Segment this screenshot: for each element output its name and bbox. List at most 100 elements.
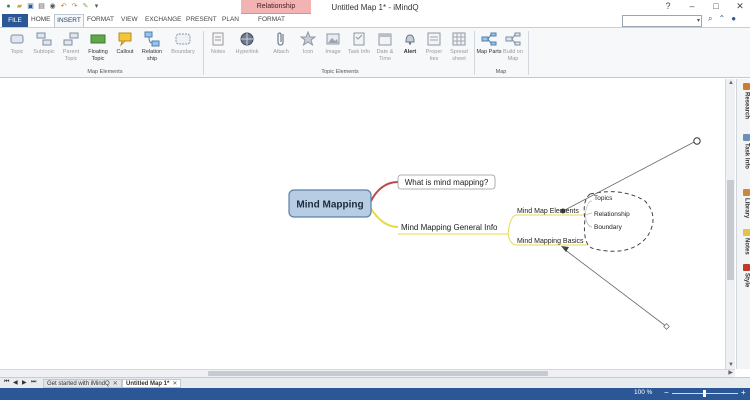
tab-relationship-format[interactable]: FORMAT <box>258 16 285 23</box>
group-label-topic-elements: Topic Elements <box>321 69 359 75</box>
doc-tab-untitled-map[interactable]: Untitled Map 1* ✕ <box>122 379 182 388</box>
boundary-button[interactable]: Boundary <box>170 31 196 56</box>
tab-file[interactable]: FILE <box>2 14 28 27</box>
notes-icon <box>743 229 750 236</box>
tab-view[interactable]: VIEW <box>121 16 138 23</box>
branch-to-elements <box>507 214 584 235</box>
image-button[interactable]: Image <box>320 31 346 56</box>
zoom-out-icon[interactable]: − <box>664 388 669 397</box>
date-time-button[interactable]: Date & Time <box>372 31 398 62</box>
relationship-button[interactable]: Relation ship <box>139 31 165 62</box>
next-tab-icon[interactable]: ▶ <box>22 379 27 386</box>
scroll-up-icon[interactable]: ▲ <box>728 80 734 86</box>
tab-insert[interactable]: INSERT <box>54 14 84 27</box>
properties-icon <box>427 32 441 46</box>
spreadsheet-button[interactable]: Spread sheet <box>446 31 472 62</box>
ribbon-search-input[interactable]: ▾ <box>622 15 702 27</box>
callout-icon <box>118 32 132 47</box>
leaf-boundary-label[interactable]: Boundary <box>594 224 623 231</box>
subtopic-button[interactable]: Subtopic <box>31 31 57 56</box>
side-tab-style[interactable]: Style <box>738 264 750 287</box>
vertical-scrollbar[interactable]: ▲ ▼ <box>725 79 735 369</box>
zoom-in-icon[interactable]: + <box>741 388 746 397</box>
previous-tab-icon[interactable]: ◀ <box>13 379 18 386</box>
chevron-down-icon: ▾ <box>696 18 700 24</box>
side-tab-task-info[interactable]: Task Info <box>738 134 750 169</box>
close-button[interactable]: ✕ <box>734 1 746 12</box>
leaf-relationship-label[interactable]: Relationship <box>594 211 630 218</box>
ribbon-panel: Topic Subtopic Parent Topic Floating Top… <box>0 27 750 78</box>
research-icon <box>743 83 750 90</box>
minimize-button[interactable]: – <box>686 1 698 12</box>
properties-button[interactable]: Proper ties <box>421 31 447 62</box>
central-topic-label: Mind Mapping <box>296 200 363 211</box>
tab-exchange[interactable]: EXCHANGE <box>145 16 181 23</box>
branch-to-relationship <box>584 212 593 216</box>
scroll-down-icon[interactable]: ▼ <box>728 362 734 368</box>
side-tab-library[interactable]: Library <box>738 189 750 218</box>
group-label-map: Map <box>495 69 507 75</box>
horizontal-scroll-thumb[interactable] <box>208 371 548 376</box>
maximize-button[interactable]: □ <box>710 1 722 12</box>
calendar-icon <box>378 33 392 46</box>
relationship-handle[interactable] <box>693 137 701 145</box>
parent-topic-button[interactable]: Parent Topic <box>58 31 84 62</box>
zoom-level: 100 % <box>634 389 653 396</box>
last-tab-icon[interactable]: ⏭ <box>31 379 36 386</box>
search-icon[interactable]: ⌕ <box>708 14 712 24</box>
build-on-map-button[interactable]: Build on Map <box>500 31 526 62</box>
window-controls: ? – □ ✕ <box>662 1 746 12</box>
floating-topic-icon <box>90 34 106 44</box>
subtopic-basics-label[interactable]: Mind Mapping Basics <box>517 238 584 245</box>
relationship-handle-bottom[interactable] <box>663 323 670 330</box>
subtopic-icon <box>36 32 52 46</box>
task-info-icon <box>743 134 750 141</box>
callout-button[interactable]: Callout <box>112 31 138 56</box>
attach-button[interactable]: Attach <box>268 31 294 56</box>
window-title: Untitled Map 1* - iMindQ <box>331 3 419 12</box>
minimize-ribbon-icon[interactable]: ⌃ <box>718 14 725 24</box>
close-tab-icon[interactable]: ✕ <box>113 381 118 387</box>
help-icon[interactable]: ? <box>662 1 674 12</box>
topic-general-info-label[interactable]: Mind Mapping General Info <box>401 223 498 232</box>
style-icon <box>743 264 750 271</box>
first-tab-icon[interactable]: ⏮ <box>4 379 9 386</box>
ribbon-separator <box>203 31 204 75</box>
hyperlink-button[interactable]: Hyperlink <box>234 31 260 56</box>
side-tab-research[interactable]: Research <box>738 83 750 119</box>
relationship-line-bottom[interactable] <box>563 248 668 328</box>
side-panel-tabs: Research Task Info Library Notes Style <box>736 79 750 369</box>
horizontal-scrollbar[interactable]: ▶ <box>0 369 735 377</box>
map-parts-button[interactable]: Map Parts <box>476 31 502 56</box>
notes-icon <box>212 32 224 46</box>
vertical-scroll-thumb[interactable] <box>727 180 734 280</box>
topic-button[interactable]: Topic <box>4 31 30 56</box>
map-canvas[interactable]: Mind Mapping What is mind mapping? Mind … <box>0 79 725 369</box>
floating-topic-button[interactable]: Floating Topic <box>85 31 111 62</box>
leaf-topics-label[interactable]: Topics <box>594 195 613 202</box>
tab-present[interactable]: PRESENT <box>186 16 217 23</box>
library-icon <box>743 189 750 196</box>
close-tab-icon[interactable]: ✕ <box>172 381 177 387</box>
help-circle-icon[interactable]: ● <box>731 14 736 24</box>
status-bar: 100 % − + <box>0 388 750 400</box>
boundary-icon <box>175 33 191 45</box>
notes-button[interactable]: Notes <box>205 31 231 56</box>
alert-bell-icon <box>405 34 415 45</box>
task-info-button[interactable]: Task Info <box>346 31 372 56</box>
tab-plan[interactable]: PLAN <box>222 16 239 23</box>
icon-button[interactable]: Icon <box>295 31 321 56</box>
doc-tab-get-started[interactable]: Get started with iMindQ ✕ <box>43 379 122 388</box>
alert-button[interactable]: Alert <box>397 31 423 56</box>
tab-format[interactable]: FORMAT <box>87 16 114 23</box>
tab-home[interactable]: HOME <box>31 16 51 23</box>
scroll-right-icon[interactable]: ▶ <box>728 369 733 376</box>
document-tab-bar: ⏮ ◀ ▶ ⏭ Get started with iMindQ ✕ Untitle… <box>0 377 750 388</box>
relationship-icon <box>144 31 160 47</box>
relationship-line-top[interactable] <box>562 140 697 212</box>
ribbon-separator <box>474 31 475 75</box>
zoom-slider-thumb[interactable] <box>703 390 706 397</box>
side-tab-notes[interactable]: Notes <box>738 229 750 255</box>
subtopic-elements-label[interactable]: Mind Map Elements <box>517 208 579 215</box>
mind-map: Mind Mapping What is mind mapping? Mind … <box>288 137 701 330</box>
